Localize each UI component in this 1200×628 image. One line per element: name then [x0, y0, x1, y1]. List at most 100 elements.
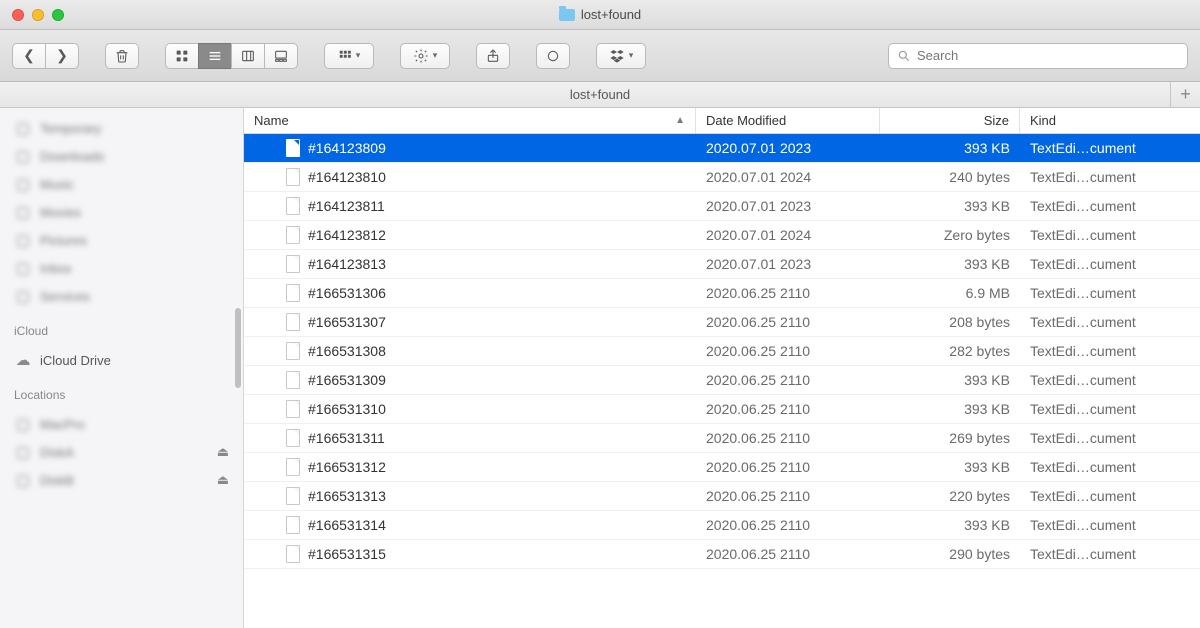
delete-button[interactable] [105, 43, 139, 69]
zoom-window-button[interactable] [52, 9, 64, 21]
grid-icon [174, 48, 190, 64]
folder-icon: ▢ [14, 259, 32, 277]
sidebar-item-label: Inbox [40, 261, 72, 276]
sidebar-section-icloud: iCloud [0, 316, 243, 340]
table-row[interactable]: #1641238092020.07.01 2023393 KBTextEdi…c… [244, 134, 1200, 163]
new-tab-button[interactable]: + [1170, 82, 1200, 107]
view-columns-button[interactable] [231, 43, 265, 69]
eject-icon[interactable]: ⏏ [217, 472, 229, 488]
sidebar-item-label: Downloads [40, 149, 104, 164]
sidebar-item[interactable]: ▢Music [0, 170, 243, 198]
table-row[interactable]: #1665313122020.06.25 2110393 KBTextEdi…c… [244, 453, 1200, 482]
dropbox-icon [609, 48, 625, 64]
folder-icon: ▢ [14, 231, 32, 249]
list-icon [207, 48, 223, 64]
tag-icon [545, 48, 561, 64]
file-date: 2020.07.01 2024 [696, 227, 880, 243]
sidebar-item[interactable]: ▢MacPro [0, 410, 243, 438]
sidebar-item[interactable]: ▢Pictures [0, 226, 243, 254]
sidebar-item[interactable]: ▢Movies [0, 198, 243, 226]
chevron-left-icon: ❮ [23, 47, 35, 64]
table-row[interactable]: #1665313062020.06.25 21106.9 MBTextEdi…c… [244, 279, 1200, 308]
table-row[interactable]: #1641238102020.07.01 2024240 bytesTextEd… [244, 163, 1200, 192]
sidebar-section-locations: Locations [0, 380, 243, 404]
column-header-name[interactable]: Name ▲ [244, 108, 696, 133]
tab-current[interactable]: lost+found [570, 87, 630, 102]
document-icon [286, 255, 300, 273]
share-button[interactable] [476, 43, 510, 69]
sidebar-item[interactable]: ▢DiskA⏏ [0, 438, 243, 466]
file-name: #166531307 [308, 314, 386, 330]
table-row[interactable]: #1641238132020.07.01 2023393 KBTextEdi…c… [244, 250, 1200, 279]
view-gallery-button[interactable] [264, 43, 298, 69]
document-icon [286, 342, 300, 360]
search-field[interactable] [888, 43, 1188, 69]
document-icon [286, 487, 300, 505]
dropbox-button[interactable]: ▾ [596, 43, 646, 69]
file-date: 2020.07.01 2024 [696, 169, 880, 185]
column-header-size[interactable]: Size [880, 108, 1020, 133]
close-window-button[interactable] [12, 9, 24, 21]
file-date: 2020.06.25 2110 [696, 517, 880, 533]
file-name: #164123810 [308, 169, 386, 185]
file-name: #166531315 [308, 546, 386, 562]
sidebar-item[interactable]: ▢Services [0, 282, 243, 310]
tags-button[interactable] [536, 43, 570, 69]
action-menu-button[interactable]: ▾ [400, 43, 450, 69]
file-date: 2020.06.25 2110 [696, 430, 880, 446]
table-row[interactable]: #1665313102020.06.25 2110393 KBTextEdi…c… [244, 395, 1200, 424]
file-size: 393 KB [880, 459, 1020, 475]
file-date: 2020.07.01 2023 [696, 198, 880, 214]
sidebar-item[interactable]: ▢Downloads [0, 142, 243, 170]
table-row[interactable]: #1665313072020.06.25 2110208 bytesTextEd… [244, 308, 1200, 337]
column-header-kind[interactable]: Kind [1020, 108, 1200, 133]
eject-icon[interactable]: ⏏ [217, 444, 229, 460]
table-row[interactable]: #1665313092020.06.25 2110393 KBTextEdi…c… [244, 366, 1200, 395]
sidebar-item[interactable]: ▢ Inbox [0, 254, 243, 282]
file-name: #166531310 [308, 401, 386, 417]
file-kind: TextEdi…cument [1020, 314, 1200, 330]
file-size: 393 KB [880, 198, 1020, 214]
file-date: 2020.06.25 2110 [696, 401, 880, 417]
file-kind: TextEdi…cument [1020, 169, 1200, 185]
file-kind: TextEdi…cument [1020, 488, 1200, 504]
document-icon [286, 197, 300, 215]
document-icon [286, 313, 300, 331]
document-icon [286, 400, 300, 418]
folder-icon [559, 9, 575, 21]
forward-button[interactable]: ❯ [45, 43, 79, 69]
view-list-button[interactable] [198, 43, 232, 69]
file-name: #166531311 [308, 430, 385, 446]
minimize-window-button[interactable] [32, 9, 44, 21]
document-icon [286, 429, 300, 447]
table-row[interactable]: #1665313142020.06.25 2110393 KBTextEdi…c… [244, 511, 1200, 540]
table-row[interactable]: #1641238122020.07.01 2024Zero bytesTextE… [244, 221, 1200, 250]
view-icons-button[interactable] [165, 43, 199, 69]
document-icon [286, 371, 300, 389]
file-name: #164123809 [308, 140, 386, 156]
share-icon [485, 48, 501, 64]
table-row[interactable]: #1665313132020.06.25 2110220 bytesTextEd… [244, 482, 1200, 511]
file-size: 6.9 MB [880, 285, 1020, 301]
table-row[interactable]: #1665313152020.06.25 2110290 bytesTextEd… [244, 540, 1200, 569]
table-row[interactable]: #1665313112020.06.25 2110269 bytesTextEd… [244, 424, 1200, 453]
group-by-button[interactable]: ▾ [324, 43, 374, 69]
column-header-date[interactable]: Date Modified [696, 108, 880, 133]
chevron-down-icon: ▾ [356, 50, 361, 61]
file-name: #166531308 [308, 343, 386, 359]
scrollbar-thumb[interactable] [235, 308, 241, 388]
sidebar-item-icloud-drive[interactable]: ☁iCloud Drive [0, 346, 243, 374]
file-name: #166531306 [308, 285, 386, 301]
table-row[interactable]: #1665313082020.06.25 2110282 bytesTextEd… [244, 337, 1200, 366]
search-input[interactable] [917, 48, 1179, 63]
sidebar-item[interactable]: ▢Temporary [0, 114, 243, 142]
file-date: 2020.06.25 2110 [696, 372, 880, 388]
sidebar-item[interactable]: ▢DiskB⏏ [0, 466, 243, 494]
table-row[interactable]: #1641238112020.07.01 2023393 KBTextEdi…c… [244, 192, 1200, 221]
sidebar: ▢Temporary▢Downloads▢Music▢Movies▢Pictur… [0, 108, 244, 628]
column-headers: Name ▲ Date Modified Size Kind [244, 108, 1200, 134]
back-button[interactable]: ❮ [12, 43, 46, 69]
cloud-icon: ☁ [14, 351, 32, 369]
file-size: 393 KB [880, 401, 1020, 417]
file-date: 2020.07.01 2023 [696, 140, 880, 156]
